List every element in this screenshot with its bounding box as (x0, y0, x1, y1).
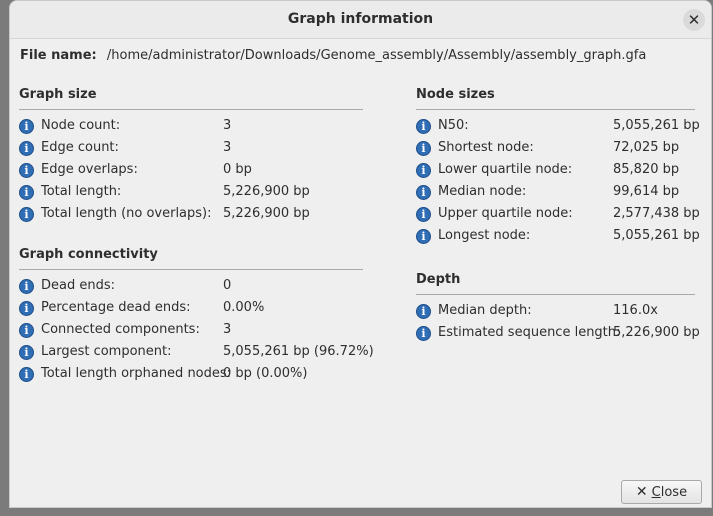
graph-connectivity-section: Graph connectivity i Dead ends: 0 i Percenta… (19, 246, 374, 385)
info-row: i Estimated sequence length: 5,226,900 bp (416, 322, 700, 344)
info-row: i Edge count: 3 (19, 137, 363, 159)
info-value: 5,055,261 bp (613, 228, 700, 243)
divider (19, 269, 363, 270)
title-bar: Graph information ✕ (10, 1, 711, 39)
info-row: i Edge overlaps: 0 bp (19, 159, 363, 181)
info-value: 0 bp (223, 162, 252, 177)
info-value: 0 bp (0.00%) (223, 366, 308, 381)
info-row: i Median depth: 116.0x (416, 300, 695, 322)
info-icon: i (19, 119, 34, 134)
info-icon: i (416, 229, 431, 244)
info-value: 85,820 bp (613, 162, 680, 177)
info-icon: i (19, 279, 34, 294)
divider (416, 294, 695, 295)
info-value: 0 (223, 278, 232, 293)
close-icon[interactable]: ✕ (683, 9, 705, 31)
info-value: 2,577,438 bp (613, 206, 700, 221)
info-row: i Total length: 5,226,900 bp (19, 181, 363, 203)
node-sizes-title: Node sizes (416, 87, 495, 102)
info-icon: i (416, 326, 431, 341)
divider (19, 109, 363, 110)
info-value: 0.00% (223, 300, 265, 315)
graph-connectivity-rows: i Dead ends: 0 i Percentage dead ends: 0.00% i… (19, 275, 374, 385)
info-icon: i (19, 185, 34, 200)
info-icon: i (416, 163, 431, 178)
divider (416, 109, 695, 110)
graph-size-section: Graph size i Node count: 3 i Edge count: 3 i Ed… (19, 86, 363, 225)
close-button-mnemonic: C (651, 484, 661, 500)
close-button-label: lose (660, 484, 688, 500)
depth-title: Depth (416, 272, 461, 287)
graph-connectivity-title: Graph connectivity (19, 247, 158, 262)
info-icon: i (19, 323, 34, 338)
info-icon: i (19, 207, 34, 222)
info-value: 5,055,261 bp (96.72%) (223, 344, 374, 359)
info-label: Dead ends: (41, 278, 116, 293)
file-name-row: File name: /home/administrator/Downloads… (20, 48, 646, 63)
close-x-icon: ✕ (635, 484, 648, 500)
dialog-title: Graph information (287, 11, 434, 27)
graph-information-dialog: Graph information ✕ File name: /home/adm… (9, 0, 712, 508)
info-label: Total length orphaned nodes: (41, 366, 232, 381)
info-label: Median node: (438, 184, 527, 199)
info-label: Shortest node: (438, 140, 534, 155)
info-label: N50: (438, 118, 469, 133)
info-label: Edge count: (41, 140, 119, 155)
info-label: Percentage dead ends: (41, 300, 191, 315)
info-value: 116.0x (613, 303, 658, 318)
close-button[interactable]: ✕ Close (621, 480, 702, 504)
info-label: Upper quartile node: (438, 206, 573, 221)
info-row: i Longest node: 5,055,261 bp (416, 225, 700, 247)
info-icon: i (416, 119, 431, 134)
info-row: i N50: 5,055,261 bp (416, 115, 700, 137)
info-value: 3 (223, 140, 232, 155)
info-icon: i (416, 141, 431, 156)
info-row: i Node count: 3 (19, 115, 363, 137)
info-row: i Upper quartile node: 2,577,438 bp (416, 203, 700, 225)
depth-rows: i Median depth: 116.0x i Estimated sequence … (416, 300, 700, 344)
node-sizes-section: Node sizes i N50: 5,055,261 bp i Shortest no… (416, 86, 700, 247)
file-name-label: File name: (20, 48, 97, 63)
info-value: 5,226,900 bp (613, 325, 700, 340)
info-value: 5,055,261 bp (613, 118, 700, 133)
node-sizes-rows: i N50: 5,055,261 bp i Shortest node: 72,025 b… (416, 115, 700, 247)
info-row: i Total length (no overlaps): 5,226,900 bp (19, 203, 363, 225)
info-label: Total length: (41, 184, 122, 199)
info-label: Connected components: (41, 322, 200, 337)
file-name-value: /home/administrator/Downloads/Genome_ass… (106, 48, 647, 63)
info-row: i Connected components: 3 (19, 319, 363, 341)
info-value: 3 (223, 118, 232, 133)
info-label: Lower quartile node: (438, 162, 573, 177)
info-label: Total length (no overlaps): (41, 206, 212, 221)
info-label: Longest node: (438, 228, 531, 243)
info-value: 72,025 bp (613, 140, 680, 155)
info-row: i Dead ends: 0 (19, 275, 363, 297)
info-row: i Shortest node: 72,025 bp (416, 137, 695, 159)
info-icon: i (19, 367, 34, 382)
info-icon: i (19, 141, 34, 156)
info-value: 99,614 bp (613, 184, 680, 199)
info-icon: i (19, 163, 34, 178)
info-label: Median depth: (438, 303, 532, 318)
info-label: Edge overlaps: (41, 162, 138, 177)
info-row: i Percentage dead ends: 0.00% (19, 297, 363, 319)
info-icon: i (416, 207, 431, 222)
info-label: Estimated sequence length: (438, 325, 621, 340)
info-row: i Median node: 99,614 bp (416, 181, 695, 203)
info-row: i Lower quartile node: 85,820 bp (416, 159, 695, 181)
info-icon: i (19, 345, 34, 360)
info-row: i Largest component: 5,055,261 bp (96.72%) (19, 341, 374, 363)
depth-section: Depth i Median depth: 116.0x i Estimated seq… (416, 271, 700, 344)
info-row: i Total length orphaned nodes: 0 bp (0.00%… (19, 363, 363, 385)
graph-size-rows: i Node count: 3 i Edge count: 3 i Edge overlaps… (19, 115, 363, 225)
info-label: Largest component: (41, 344, 172, 359)
info-value: 5,226,900 bp (223, 206, 310, 221)
info-label: Node count: (41, 118, 121, 133)
info-value: 3 (223, 322, 232, 337)
info-value: 5,226,900 bp (223, 184, 310, 199)
graph-size-title: Graph size (19, 87, 97, 102)
info-icon: i (19, 301, 34, 316)
info-icon: i (416, 185, 431, 200)
info-icon: i (416, 304, 431, 319)
